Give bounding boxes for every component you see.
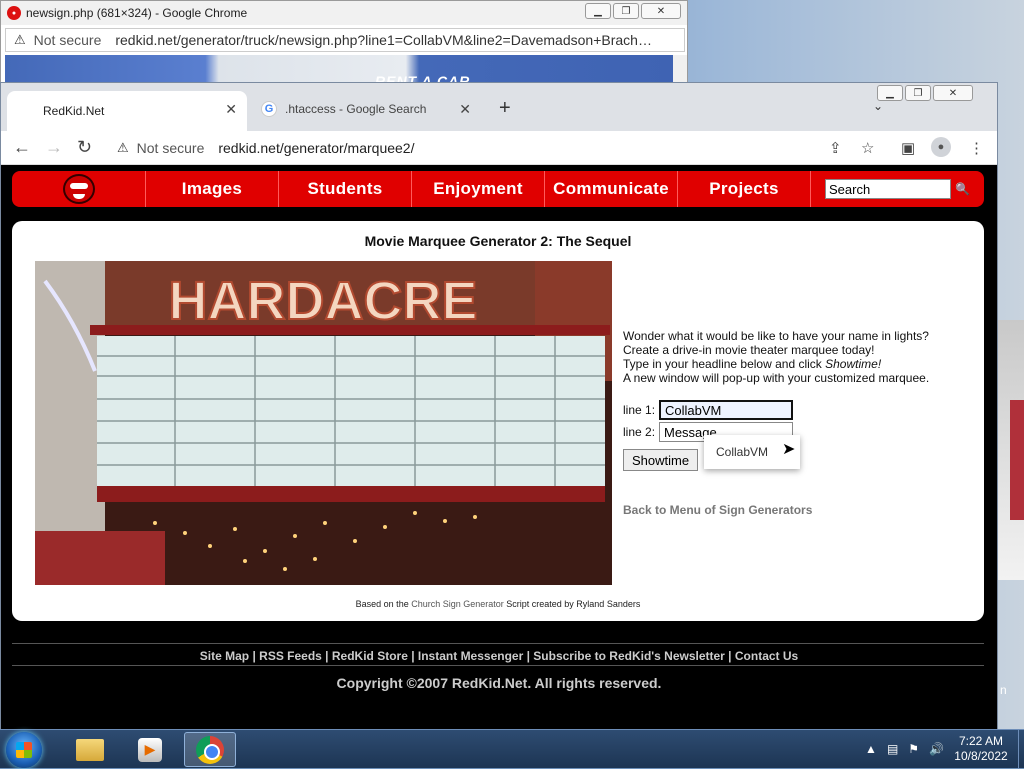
intro-line: Create a drive-in movie theater marquee …: [623, 343, 875, 357]
address-bar[interactable]: ⚠ Not secure redkid.net/generator/marque…: [107, 133, 857, 163]
tab-strip: RedKid.Net ✕ G .htaccess - Google Search…: [1, 83, 997, 131]
network-icon[interactable]: ▤: [887, 742, 898, 756]
church-sign-link[interactable]: Church Sign Generator: [411, 599, 504, 609]
minimize-button[interactable]: ▁: [585, 3, 611, 19]
popup-address-bar[interactable]: ⚠ Not secure redkid.net/generator/truck/…: [5, 28, 685, 52]
line1-input[interactable]: [659, 400, 793, 420]
credit-post: Script created by Ryland Sanders: [503, 599, 641, 609]
nav-students[interactable]: Students: [279, 171, 412, 207]
media-player-icon: ▶: [138, 737, 162, 762]
background-window-fragment: [998, 320, 1024, 580]
intro-line: Wonder what it would be like to have you…: [623, 329, 929, 343]
tab-redkid[interactable]: RedKid.Net ✕: [7, 91, 247, 131]
popup-url: redkid.net/generator/truck/newsign.php?l…: [115, 32, 652, 48]
google-icon: G: [261, 101, 277, 117]
show-desktop-button[interactable]: [1018, 730, 1024, 769]
url-text: redkid.net/generator/marquee2/: [218, 140, 415, 156]
redkid-logo[interactable]: [12, 171, 146, 207]
copyright: Copyright ©2007 RedKid.Net. All rights r…: [336, 675, 662, 691]
nav-images[interactable]: Images: [146, 171, 279, 207]
maximize-button[interactable]: ❐: [905, 85, 931, 101]
redkid-face-icon: [62, 174, 95, 204]
intro-line: Type in your headline below and click Sh…: [623, 357, 929, 371]
start-button[interactable]: [6, 732, 42, 768]
nav-enjoyment[interactable]: Enjoyment: [412, 171, 545, 207]
intro-text-part: Type in your headline below and click: [623, 357, 826, 371]
maximize-button[interactable]: ❐: [613, 3, 639, 19]
tab-google-search[interactable]: G .htaccess - Google Search ✕: [253, 95, 485, 123]
not-secure-label: Not secure: [136, 140, 205, 156]
line2-label: line 2:: [623, 425, 656, 439]
web-page: Images Students Enjoyment Communicate Pr…: [1, 165, 997, 731]
browser-window: RedKid.Net ✕ G .htaccess - Google Search…: [0, 82, 998, 731]
close-tab-icon[interactable]: ✕: [459, 101, 471, 118]
page-title: Movie Marquee Generator 2: The Sequel: [364, 233, 632, 249]
side-panel-icon[interactable]: ▣: [901, 139, 915, 157]
minimize-button[interactable]: ▁: [877, 85, 903, 101]
close-button[interactable]: ✕: [933, 85, 973, 101]
popup-title: newsign.php (681×324) - Google Chrome: [26, 6, 248, 20]
redkid-favicon-icon: ●: [7, 6, 21, 20]
credit-pre: Based on the: [355, 599, 412, 609]
tab-label: RedKid.Net: [43, 104, 105, 118]
site-navbar: Images Students Enjoyment Communicate Pr…: [12, 171, 984, 207]
showtime-button[interactable]: Showtime: [623, 449, 699, 471]
site-search: 🔍: [811, 171, 984, 207]
media-player-taskbar-button[interactable]: ▶: [124, 732, 176, 767]
search-icon[interactable]: 🔍: [955, 182, 970, 196]
system-clock[interactable]: 7:22 AM 10/8/2022: [946, 734, 1016, 764]
taskbar: ▶ ▲ ▤ ⚑ 🔊 7:22 AM 10/8/2022: [0, 729, 1024, 769]
forward-icon[interactable]: →: [45, 137, 63, 158]
search-input[interactable]: [825, 179, 951, 199]
nav-projects[interactable]: Projects: [678, 171, 811, 207]
showtime-emphasis: Showtime!: [825, 357, 882, 371]
new-tab-button[interactable]: +: [499, 97, 511, 120]
not-secure-label: Not secure: [33, 32, 102, 48]
intro-text: Wonder what it would be like to have you…: [623, 329, 929, 385]
chrome-icon: [196, 735, 224, 764]
clock-time: 7:22 AM: [958, 734, 1004, 748]
nav-communicate[interactable]: Communicate: [545, 171, 678, 207]
show-hidden-icons-icon[interactable]: ▲: [865, 742, 877, 756]
profile-avatar-icon[interactable]: ●: [931, 137, 951, 157]
back-icon[interactable]: ←: [13, 137, 31, 158]
tab-search-icon[interactable]: ⌄: [873, 99, 883, 113]
volume-icon[interactable]: 🔊: [929, 742, 944, 756]
explorer-taskbar-button[interactable]: [64, 732, 116, 767]
footer-links[interactable]: Site Map | RSS Feeds | RedKid Store | In…: [1, 649, 997, 663]
credit-text: Based on the Church Sign Generator Scrip…: [12, 599, 984, 609]
footer-divider: [12, 665, 984, 666]
warning-icon: ⚠: [14, 32, 26, 47]
marquee-photo: HARDACRE: [35, 261, 612, 585]
close-button[interactable]: ✕: [641, 3, 681, 19]
browser-toolbar: ← → ↻ ⚠ Not secure redkid.net/generator/…: [1, 131, 997, 165]
intro-line: A new window will pop-up with your custo…: [623, 371, 930, 385]
share-icon[interactable]: ⇪: [829, 139, 842, 157]
action-center-icon[interactable]: ⚑: [908, 742, 919, 756]
folder-icon: [76, 738, 104, 761]
popup-window[interactable]: ● newsign.php (681×324) - Google Chrome …: [0, 0, 688, 87]
reload-icon[interactable]: ↻: [77, 137, 92, 158]
warning-icon: ⚠: [117, 140, 129, 155]
system-tray: ▲ ▤ ⚑ 🔊: [865, 742, 944, 756]
chrome-taskbar-button[interactable]: [184, 732, 236, 767]
menu-kebab-icon[interactable]: ⋮: [969, 139, 984, 157]
generator-panel: Movie Marquee Generator 2: The Sequel HA…: [12, 221, 984, 621]
clock-date: 10/8/2022: [954, 749, 1008, 763]
footer-divider: [12, 643, 984, 644]
bookmark-star-icon[interactable]: ☆: [861, 139, 874, 157]
marquee-letters: HARDACRE: [169, 271, 478, 331]
tab-label: .htaccess - Google Search: [285, 102, 427, 116]
desktop-text-fragment: n: [1000, 683, 1007, 697]
line1-label: line 1:: [623, 403, 656, 417]
mouse-cursor-icon: ➤: [782, 441, 796, 458]
close-tab-icon[interactable]: ✕: [225, 101, 237, 118]
back-to-menu-link[interactable]: Back to Menu of Sign Generators: [623, 503, 812, 517]
